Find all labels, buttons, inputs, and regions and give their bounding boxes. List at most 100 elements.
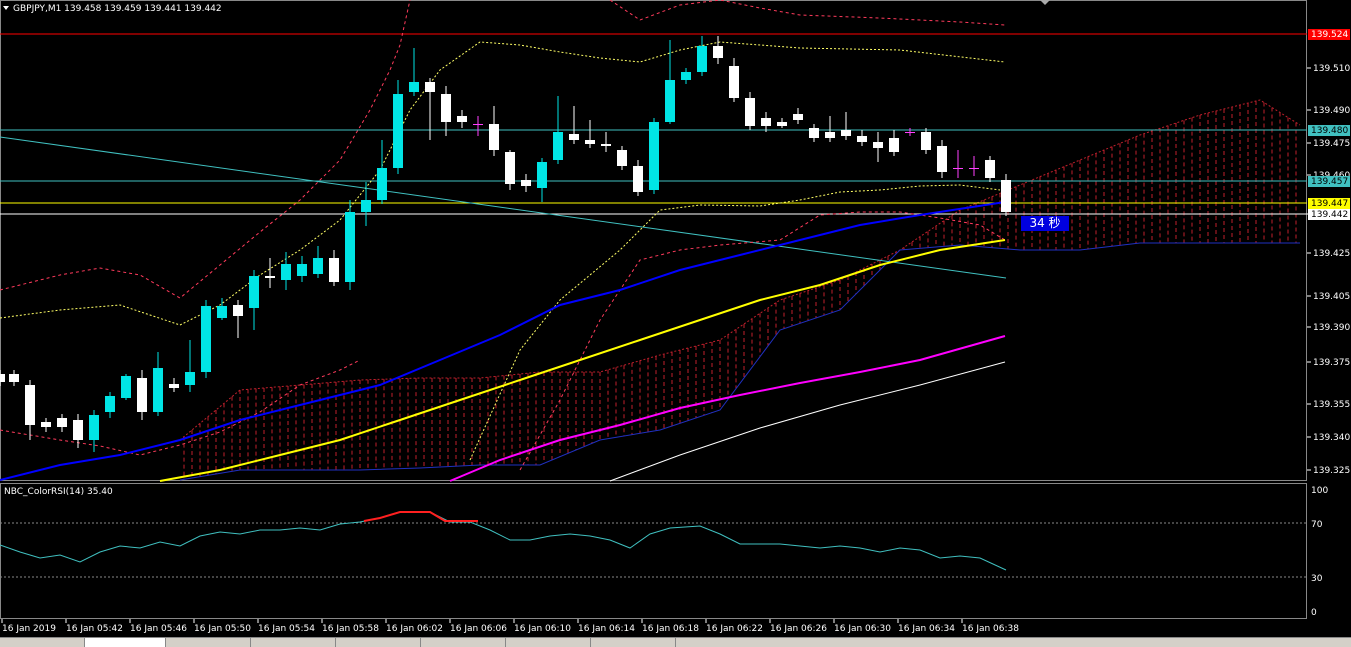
candle-body [825, 132, 835, 138]
candle-body [265, 276, 275, 278]
time-axis: 16 Jan 2019 16 Jan 05:42 16 Jan 05:46 16 Ja… [1, 619, 1019, 634]
chart-canvas[interactable]: GBPJPY,M1 139.458 139.459 139.441 139.44… [0, 0, 1351, 646]
candle-countdown: 34 秒 [1021, 216, 1069, 231]
candle-body [169, 384, 179, 388]
candle-body [729, 66, 739, 98]
price-tick-label: 139.355 [1313, 400, 1350, 410]
indicator-tick-label: 0 [1311, 608, 1317, 618]
time-tick-label: 16 Jan 05:42 [66, 624, 123, 634]
time-tick-label: 16 Jan 06:02 [386, 624, 443, 634]
bollinger-middle-right [469, 184, 1001, 461]
price-tag-label: 139.447 [1311, 199, 1348, 209]
candle-body [393, 94, 403, 168]
candle-body [201, 306, 211, 372]
price-tick-label: 139.325 [1313, 466, 1350, 476]
candle-body [601, 144, 611, 146]
candle-body [793, 114, 803, 120]
candle-body [505, 152, 515, 184]
indicator-tick-label: 100 [1311, 486, 1328, 496]
candle-body [297, 264, 307, 276]
candle-body [41, 422, 51, 427]
price-tick-label: 139.490 [1313, 106, 1350, 116]
candle-body [473, 124, 483, 125]
time-tick-label: 16 Jan 05:46 [130, 624, 187, 634]
time-tick-label: 16 Jan 06:34 [898, 624, 955, 634]
candle-body [313, 258, 323, 274]
price-tick-label: 139.425 [1313, 249, 1350, 259]
indicator-tick-label: 70 [1311, 520, 1323, 530]
candle-body [553, 132, 563, 160]
price-tick-label: 139.340 [1313, 433, 1350, 443]
candle-body [425, 82, 435, 92]
indicator-label: NBC_ColorRSI(14) 35.40 [4, 487, 113, 497]
candle-body [937, 146, 947, 172]
candle-body [745, 98, 755, 126]
ichimoku-cloud [179, 99, 1301, 481]
time-tick-label: 16 Jan 06:26 [770, 624, 827, 634]
time-tick-label: 16 Jan 06:14 [578, 624, 635, 634]
trend-line[interactable] [0, 136, 1007, 279]
time-tick-label: 16 Jan 06:38 [962, 624, 1019, 634]
chart-shift-marker[interactable] [1040, 0, 1050, 5]
symbol-menu-icon[interactable] [3, 6, 9, 10]
candle-body [697, 46, 707, 72]
price-tick-label: 139.510 [1313, 64, 1350, 74]
time-tick-label: 16 Jan 06:10 [514, 624, 571, 634]
candle-body [953, 168, 963, 169]
candle-body [649, 122, 659, 190]
candle-body [569, 134, 579, 140]
candle-body [841, 130, 851, 136]
price-tag-label: 139.524 [1311, 30, 1348, 40]
candle-body [377, 168, 387, 200]
candle-body [57, 418, 67, 427]
price-tick-label: 139.405 [1313, 292, 1350, 302]
price-tick-label: 139.475 [1313, 139, 1350, 149]
candle-body [633, 166, 643, 192]
indicator-tick-label: 30 [1311, 574, 1323, 584]
time-tick-label: 16 Jan 06:30 [834, 624, 891, 634]
candle-body [25, 385, 35, 425]
candle-body [969, 168, 979, 169]
indicator-axis: 100 70 30 0 [1311, 486, 1328, 618]
candlesticks [0, 36, 1011, 452]
ma-blue [0, 201, 1006, 481]
candle-body [89, 415, 99, 440]
candle-body [857, 136, 867, 142]
price-tag-label: 139.442 [1311, 210, 1348, 220]
candle-body [921, 132, 931, 150]
candle-body [761, 118, 771, 126]
candle-body [537, 162, 547, 188]
candle-body [233, 305, 243, 316]
candle-body [361, 200, 371, 212]
time-tick-label: 16 Jan 06:06 [450, 624, 507, 634]
candle-body [281, 264, 291, 280]
candle-body [873, 142, 883, 148]
candle-body [105, 396, 115, 412]
price-tag-label: 139.457 [1311, 177, 1348, 187]
candle-body [409, 82, 419, 92]
time-tick-label: 16 Jan 05:58 [322, 624, 379, 634]
rsi-line [0, 511, 1007, 571]
candle-body [889, 138, 899, 152]
time-tick-label: 16 Jan 05:54 [258, 624, 315, 634]
price-tags: 139.524 139.480 139.457 139.447139.442 [1308, 29, 1350, 220]
price-tag-label: 139.480 [1311, 126, 1348, 136]
time-tick-label: 16 Jan 2019 [2, 624, 56, 634]
candle-body [489, 124, 499, 150]
candle-body [809, 128, 819, 138]
candle-body [329, 258, 339, 282]
candle-body [905, 132, 915, 133]
candle-body [1001, 180, 1011, 212]
candle-body [441, 94, 451, 122]
rsi-overbought-segment [363, 511, 478, 522]
symbol-label: GBPJPY,M1 139.458 139.459 139.441 139.44… [13, 4, 222, 14]
candle-body [617, 150, 627, 166]
main-chart-frame [0, 0, 1307, 481]
candle-body [345, 212, 355, 282]
bollinger-upper-right [609, 0, 1006, 26]
candle-body [521, 180, 531, 186]
candle-body [249, 276, 259, 308]
candle-body [457, 116, 467, 122]
time-tick-label: 16 Jan 06:18 [642, 624, 699, 634]
price-tick-label: 139.390 [1313, 323, 1350, 333]
